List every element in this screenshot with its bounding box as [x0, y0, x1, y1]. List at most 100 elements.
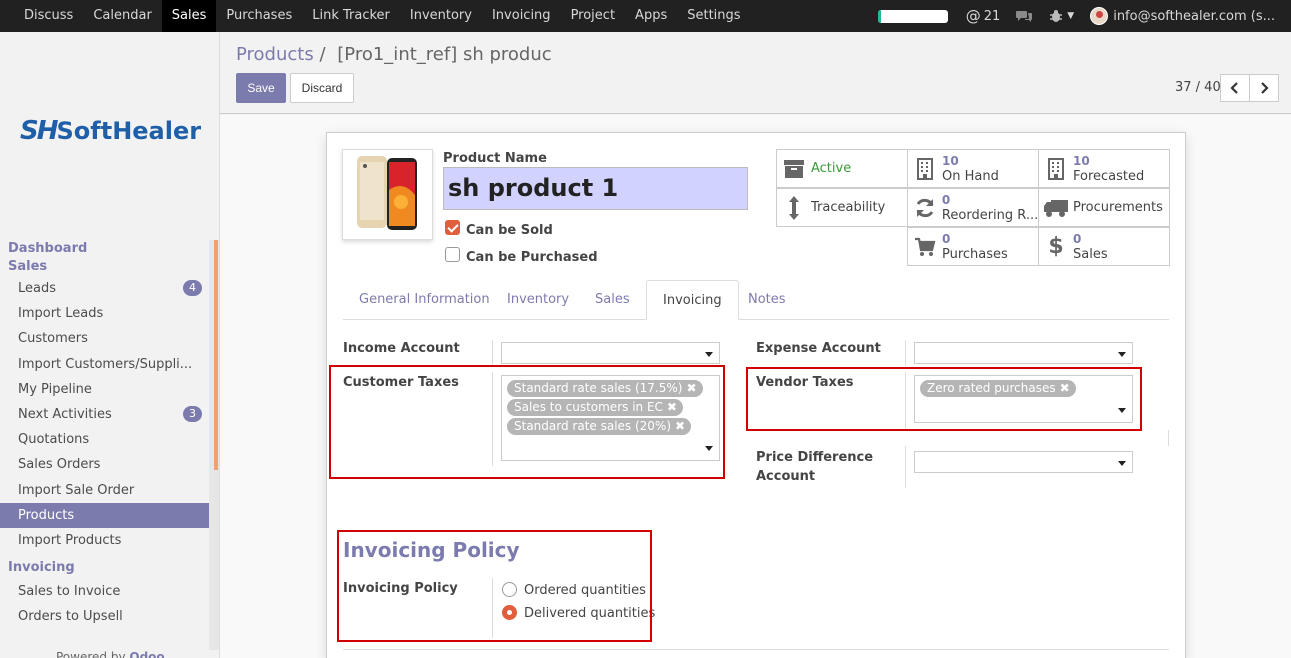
- user-menu[interactable]: info@softhealer.com (s...: [1090, 7, 1275, 25]
- menu-discuss[interactable]: Discuss: [14, 0, 83, 32]
- sales-button[interactable]: $ 0 Sales: [1038, 227, 1170, 266]
- truck-icon: [1044, 199, 1068, 217]
- forecasted-count: 10: [1073, 153, 1090, 168]
- on-hand-button[interactable]: 10 On Hand: [907, 149, 1039, 188]
- building-icon: [1048, 157, 1064, 180]
- archive-icon: [784, 159, 804, 178]
- menu-purchases[interactable]: Purchases: [216, 0, 302, 32]
- highlight-box-vendor-taxes: [746, 367, 1142, 431]
- sidebar-item-import-customers-suppli[interactable]: Import Customers/Suppli...: [0, 352, 209, 377]
- sidebar-header-dashboard[interactable]: Dashboard: [0, 240, 209, 258]
- pager-previous-button[interactable]: [1220, 74, 1250, 102]
- discard-button[interactable]: Discard: [290, 73, 354, 103]
- sidebar-item-next-activities[interactable]: Next Activities 3: [0, 402, 209, 427]
- powered-by: Powered by Odoo: [56, 650, 165, 658]
- income-account-label: Income Account: [343, 341, 460, 356]
- phone-image-icon: [357, 156, 417, 230]
- price-difference-label: Price Difference: [756, 450, 874, 465]
- logo-text: SoftHealer: [56, 117, 202, 145]
- menu-calendar[interactable]: Calendar: [83, 0, 161, 32]
- reordering-rules-button[interactable]: 0 Reordering R...: [907, 188, 1039, 227]
- active-toggle-button[interactable]: Active: [776, 149, 908, 188]
- purchases-label: Purchases: [942, 246, 1008, 262]
- breadcrumb-separator: /: [319, 44, 326, 65]
- logo-mark: SH: [20, 116, 58, 146]
- breadcrumb-products[interactable]: Products: [236, 44, 314, 65]
- tab-invoicing[interactable]: Invoicing: [646, 280, 739, 320]
- tab-inventory[interactable]: Inventory: [491, 280, 585, 320]
- traceability-button[interactable]: Traceability: [776, 188, 908, 227]
- sidebar-scrollbar[interactable]: [209, 240, 219, 650]
- sidebar-item-label: Import Products: [18, 532, 122, 548]
- sidebar-item-label: Leads: [18, 281, 57, 296]
- can-be-purchased-checkbox[interactable]: [445, 247, 460, 262]
- odoo-brand-link[interactable]: Odoo: [129, 650, 164, 658]
- field-separator: [905, 446, 906, 488]
- sidebar-item-sales-orders[interactable]: Sales Orders: [0, 452, 209, 477]
- expense-account-select[interactable]: [914, 342, 1133, 364]
- invoicing-menu-list: Sales to Invoice Orders to Upsell: [0, 579, 209, 629]
- menu-inventory[interactable]: Inventory: [400, 0, 482, 32]
- powered-text: Powered by: [56, 650, 126, 658]
- sidebar-header-invoicing[interactable]: Invoicing: [0, 557, 209, 579]
- sidebar-item-products[interactable]: Products: [0, 502, 209, 528]
- menu-project[interactable]: Project: [561, 0, 625, 32]
- menu-settings[interactable]: Settings: [677, 0, 750, 32]
- procurements-button[interactable]: Procurements: [1038, 188, 1170, 227]
- sidebar-item-sales-to-invoice[interactable]: Sales to Invoice: [0, 579, 209, 604]
- scrollbar-thumb[interactable]: [214, 240, 218, 470]
- product-name-input[interactable]: sh product 1: [443, 167, 748, 210]
- price-difference-label-2: Account: [756, 469, 816, 484]
- forecasted-label: Forecasted: [1073, 168, 1145, 184]
- can-be-sold-label: Can be Sold: [466, 223, 553, 238]
- income-account-select[interactable]: [501, 342, 720, 364]
- breadcrumb-current: [Pro1_int_ref] sh produc: [337, 44, 552, 65]
- sidebar-header-sales[interactable]: Sales: [0, 258, 209, 276]
- debug-menu[interactable]: ▼: [1049, 9, 1074, 23]
- building-icon: [917, 157, 933, 180]
- price-difference-account-select[interactable]: [914, 451, 1133, 473]
- sidebar-nav: Dashboard Sales Leads 4 Import Leads Custom…: [0, 240, 209, 629]
- forecasted-button[interactable]: 10 Forecasted: [1038, 149, 1170, 188]
- tab-notes[interactable]: Notes: [732, 280, 802, 320]
- pager-value[interactable]: 37 / 40: [1175, 80, 1221, 95]
- chevron-right-icon: [1261, 82, 1269, 94]
- sidebar-item-orders-to-upsell[interactable]: Orders to Upsell: [0, 604, 209, 629]
- mentions-button[interactable]: @ 21: [966, 7, 1001, 25]
- menu-link-tracker[interactable]: Link Tracker: [302, 0, 400, 32]
- active-label: Active: [811, 161, 852, 176]
- purchases-button[interactable]: 0 Purchases: [907, 227, 1039, 266]
- onboarding-progress[interactable]: [877, 9, 948, 23]
- messages-button[interactable]: [1016, 9, 1033, 23]
- refresh-icon: [916, 198, 934, 217]
- at-icon: @: [965, 7, 981, 25]
- tab-sales[interactable]: Sales: [579, 280, 646, 320]
- sidebar-item-my-pipeline[interactable]: My Pipeline: [0, 377, 209, 402]
- pager-next-button[interactable]: [1249, 74, 1279, 102]
- sidebar-item-import-leads[interactable]: Import Leads: [0, 301, 209, 326]
- menu-invoicing[interactable]: Invoicing: [482, 0, 561, 32]
- product-image[interactable]: [342, 149, 433, 240]
- sidebar-item-import-products[interactable]: Import Products: [0, 528, 209, 553]
- sidebar-item-customers[interactable]: Customers: [0, 326, 209, 351]
- menu-sales[interactable]: Sales: [161, 0, 217, 32]
- sidebar-item-import-sale-order[interactable]: Import Sale Order: [0, 478, 209, 503]
- dollar-icon: $: [1048, 234, 1064, 259]
- progress-fill: [877, 9, 882, 23]
- can-be-sold-checkbox[interactable]: [445, 220, 460, 235]
- sidebar-item-label: Import Customers/Suppli...: [18, 356, 193, 372]
- highlight-box-customer-taxes: [329, 365, 725, 479]
- sidebar-item-quotations[interactable]: Quotations: [0, 427, 209, 452]
- menu-apps[interactable]: Apps: [625, 0, 677, 32]
- save-button[interactable]: Save: [236, 73, 286, 103]
- control-panel: Products / [Pro1_int_ref] sh produc Save…: [220, 32, 1291, 114]
- sidebar-item-label: Orders to Upsell: [18, 609, 123, 625]
- traceability-label: Traceability: [811, 200, 886, 215]
- can-be-purchased-label: Can be Purchased: [466, 250, 598, 265]
- sidebar-item-leads[interactable]: Leads 4: [0, 276, 209, 301]
- on-hand-count: 10: [942, 153, 959, 168]
- sidebar-item-label: Import Sale Order: [18, 482, 135, 498]
- sidebar-item-label: Sales Orders: [18, 457, 101, 473]
- highlight-box-invoicing-policy: [337, 530, 652, 642]
- tab-general-information[interactable]: General Information: [343, 280, 506, 320]
